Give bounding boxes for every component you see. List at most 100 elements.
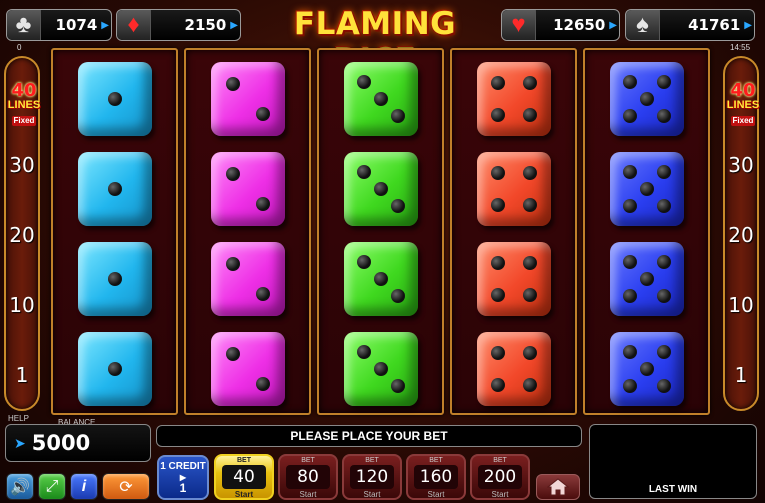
die-pip bbox=[622, 289, 637, 304]
jackpot-amount: 1074 bbox=[55, 16, 98, 34]
reel-3 bbox=[317, 48, 444, 415]
jackpot-diamond: ♦ 2150 ▶ bbox=[116, 9, 241, 41]
bet-button-200[interactable]: BET 200 Start bbox=[470, 454, 530, 500]
lines-badge: 40 LINES Fixed bbox=[7, 80, 41, 126]
die-pip bbox=[640, 182, 654, 196]
bet-button-120[interactable]: BET 120 Start bbox=[342, 454, 402, 500]
diamond-icon: ♦ bbox=[117, 10, 151, 40]
die-pip bbox=[622, 164, 637, 179]
die-pip bbox=[108, 272, 122, 286]
gamble-icon: ⟳ bbox=[119, 478, 133, 496]
status-message: PLEASE PLACE YOUR BET bbox=[156, 425, 582, 447]
die-red-4 bbox=[477, 242, 551, 316]
jackpot-spade: ♠ 41761 ▶ bbox=[625, 9, 755, 41]
die-green-3 bbox=[344, 332, 418, 406]
die-pip bbox=[226, 167, 241, 182]
die-pip bbox=[108, 182, 122, 196]
die-pip bbox=[356, 74, 371, 89]
die-pip bbox=[523, 288, 538, 303]
die-pip bbox=[255, 106, 270, 121]
die-pip bbox=[657, 109, 672, 124]
line-marker[interactable]: 20 bbox=[725, 223, 757, 247]
line-marker[interactable]: 1 bbox=[6, 363, 38, 387]
arrow-icon: ▶ bbox=[744, 19, 752, 31]
credit-button[interactable]: 1 CREDIT ▶ 1 bbox=[157, 455, 209, 500]
small-indicator: 0 bbox=[17, 43, 22, 52]
line-marker[interactable]: 30 bbox=[725, 153, 757, 177]
die-pip bbox=[640, 362, 654, 376]
die-pip bbox=[255, 196, 270, 211]
die-pip bbox=[391, 379, 406, 394]
die-magenta-2 bbox=[211, 62, 285, 136]
die-cyan-1 bbox=[78, 242, 152, 316]
heart-icon: ♥ bbox=[502, 10, 536, 40]
die-pip bbox=[657, 379, 672, 394]
sound-button[interactable]: 🔊 bbox=[6, 473, 34, 500]
home-button[interactable] bbox=[536, 474, 580, 500]
die-magenta-2 bbox=[211, 332, 285, 406]
die-pip bbox=[523, 345, 538, 360]
die-pip bbox=[622, 199, 637, 214]
line-marker[interactable]: 10 bbox=[725, 293, 757, 317]
lines-column-left: 40 LINES Fixed 30 20 10 1 bbox=[4, 56, 40, 411]
die-pip bbox=[356, 344, 371, 359]
gamble-button[interactable]: ⟳ bbox=[102, 473, 150, 500]
die-green-3 bbox=[344, 152, 418, 226]
last-win-display: LAST WIN bbox=[589, 424, 757, 499]
info-button[interactable]: i bbox=[70, 473, 98, 500]
die-pip bbox=[226, 77, 241, 92]
arrow-icon: ▶ bbox=[230, 19, 238, 31]
line-marker[interactable]: 1 bbox=[725, 363, 757, 387]
line-marker[interactable]: 20 bbox=[6, 223, 38, 247]
die-cyan-1 bbox=[78, 332, 152, 406]
fullscreen-icon: ⤢ bbox=[45, 477, 59, 495]
balance-value: 5000 bbox=[31, 431, 91, 455]
die-pip bbox=[657, 289, 672, 304]
balance-display: ➤ 5000 bbox=[5, 424, 151, 462]
bet-button-160[interactable]: BET 160 Start bbox=[406, 454, 466, 500]
die-green-3 bbox=[344, 242, 418, 316]
die-pip bbox=[374, 272, 388, 286]
die-pip bbox=[523, 255, 538, 270]
die-pip bbox=[490, 288, 505, 303]
die-pip bbox=[255, 286, 270, 301]
lines-badge: 40 LINES Fixed bbox=[726, 80, 760, 126]
die-red-4 bbox=[477, 152, 551, 226]
line-marker[interactable]: 10 bbox=[6, 293, 38, 317]
arrow-icon: ▶ bbox=[101, 19, 109, 31]
jackpot-amount: 12650 bbox=[553, 16, 606, 34]
die-green-3 bbox=[344, 62, 418, 136]
bet-button-40[interactable]: BET 40 Start bbox=[214, 454, 274, 500]
die-magenta-2 bbox=[211, 152, 285, 226]
die-pip bbox=[226, 347, 241, 362]
die-blue-5 bbox=[610, 152, 684, 226]
fullscreen-button[interactable]: ⤢ bbox=[38, 473, 66, 500]
die-pip bbox=[622, 254, 637, 269]
die-pip bbox=[356, 164, 371, 179]
die-pip bbox=[640, 92, 654, 106]
die-pip bbox=[490, 345, 505, 360]
die-pip bbox=[490, 378, 505, 393]
reel-1 bbox=[51, 48, 178, 415]
die-red-4 bbox=[477, 62, 551, 136]
die-pip bbox=[657, 344, 672, 359]
die-pip bbox=[657, 74, 672, 89]
arrow-icon: ➤ bbox=[14, 434, 26, 451]
line-marker[interactable]: 30 bbox=[6, 153, 38, 177]
die-cyan-1 bbox=[78, 152, 152, 226]
jackpot-heart: ♥ 12650 ▶ bbox=[501, 9, 620, 41]
bet-button-80[interactable]: BET 80 Start bbox=[278, 454, 338, 500]
die-pip bbox=[374, 92, 388, 106]
spade-icon: ♠ bbox=[626, 10, 660, 40]
lines-column-right: 40 LINES Fixed 30 20 10 1 bbox=[723, 56, 759, 411]
die-cyan-1 bbox=[78, 62, 152, 136]
die-pip bbox=[523, 198, 538, 213]
die-pip bbox=[374, 182, 388, 196]
clock: 14:55 bbox=[730, 43, 751, 52]
die-blue-5 bbox=[610, 242, 684, 316]
die-pip bbox=[622, 109, 637, 124]
die-magenta-2 bbox=[211, 242, 285, 316]
die-pip bbox=[108, 92, 122, 106]
last-win-label: LAST WIN bbox=[648, 484, 698, 495]
die-pip bbox=[622, 344, 637, 359]
